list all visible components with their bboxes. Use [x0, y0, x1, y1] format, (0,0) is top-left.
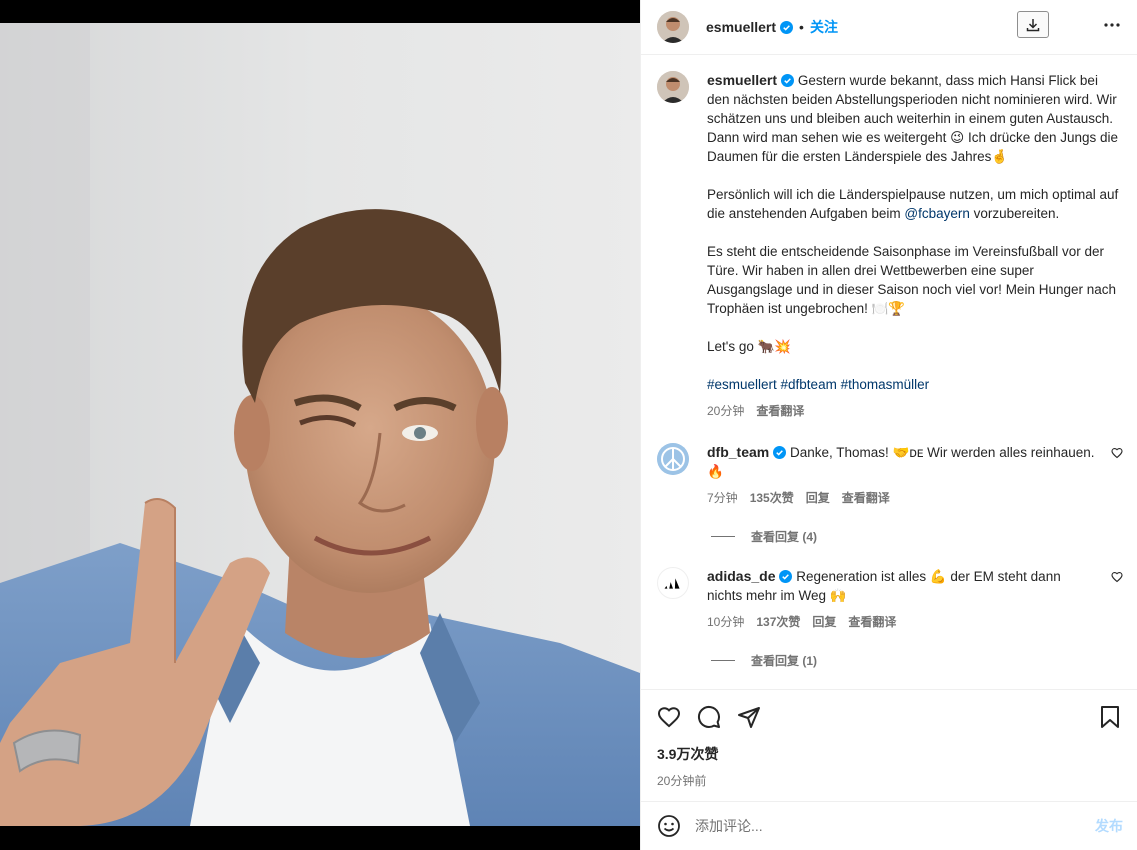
post-comment-button[interactable]: 发布: [1095, 816, 1123, 836]
caption-avatar-image: [657, 71, 689, 103]
comment-text: Regeneration ist alles: [796, 569, 930, 584]
comment-translate[interactable]: 查看翻译: [842, 489, 890, 508]
comment-item: adidas_de Regeneration ist alles 💪 der E…: [657, 567, 1123, 669]
hashtags[interactable]: #esmuellert #dfbteam #thomasmüller: [707, 375, 1121, 394]
download-button[interactable]: [1017, 11, 1049, 38]
comment-input[interactable]: 添加评论...: [695, 816, 1095, 836]
more-options-button[interactable]: [1103, 17, 1121, 36]
header-username[interactable]: esmuellert: [706, 19, 776, 35]
comment-text: Danke, Thomas!: [790, 445, 893, 460]
handshake-emoji: 🤝: [892, 445, 910, 460]
comment-item: dfb_team Danke, Thomas! 🤝ᴅᴇ Wir werden a…: [657, 443, 1123, 545]
peace-avatar-icon: [657, 443, 689, 475]
comments-area[interactable]: esmuellert Gestern wurde bekannt, dass m…: [641, 55, 1137, 689]
mention-link[interactable]: @fcbayern: [904, 206, 969, 221]
post-media[interactable]: [0, 0, 640, 850]
replies-divider: [711, 660, 735, 661]
verified-icon: [781, 74, 795, 87]
view-replies[interactable]: 查看回复 (1): [711, 652, 1121, 669]
author-avatar-image: [657, 11, 689, 43]
verified-icon: [780, 20, 794, 34]
caption-text: Let's go: [707, 339, 758, 354]
share-icon[interactable]: [737, 705, 761, 729]
post-panel: esmuellert • 关注 esmuellert Gestern wurde…: [640, 0, 1137, 850]
comment-translate[interactable]: 查看翻译: [848, 613, 896, 632]
caption-text: vorzubereiten.: [969, 206, 1060, 221]
reply-button[interactable]: 回复: [806, 489, 830, 508]
comment-avatar[interactable]: [657, 567, 689, 599]
adidas-logo-icon: [664, 578, 680, 589]
comment-avatar[interactable]: [657, 443, 689, 475]
reply-button[interactable]: 回复: [812, 613, 836, 632]
add-comment-bar: 添加评论... 发布: [641, 801, 1137, 850]
view-replies-label[interactable]: 查看回复 (4): [751, 528, 817, 545]
comment-username[interactable]: adidas_de: [707, 568, 775, 584]
caption-username[interactable]: esmuellert: [707, 72, 777, 88]
caption: esmuellert Gestern wurde bekannt, dass m…: [657, 71, 1121, 421]
trophy-emoji: 🍽️🏆: [871, 301, 906, 316]
follow-button[interactable]: 关注: [810, 17, 838, 37]
more-icon: [1104, 23, 1120, 27]
replies-divider: [711, 536, 735, 537]
comment-time[interactable]: 7分钟: [707, 489, 738, 508]
view-replies-label[interactable]: 查看回复 (1): [751, 652, 817, 669]
view-replies[interactable]: 查看回复 (4): [711, 528, 1121, 545]
selfie-illustration: [0, 23, 640, 826]
verified-icon: [773, 446, 787, 459]
caption-translate[interactable]: 查看翻译: [756, 402, 804, 421]
comment-like-icon[interactable]: [1111, 571, 1123, 583]
bull-emoji: 🐂💥: [757, 339, 792, 354]
comment-username[interactable]: dfb_team: [707, 444, 769, 460]
emoji-icon[interactable]: [657, 814, 681, 838]
crossed-fingers-emoji: 🤞: [991, 149, 1009, 164]
raised-hands-emoji: 🙌: [829, 588, 847, 603]
fire-emoji: 🔥: [707, 464, 724, 479]
comment-likes[interactable]: 137次赞: [756, 613, 800, 632]
muscle-emoji: 💪: [929, 569, 947, 584]
comment-time[interactable]: 10分钟: [707, 613, 744, 632]
heart-icon[interactable]: [657, 705, 681, 729]
post-actions: 3.9万次赞 20分钟前: [641, 689, 1137, 801]
download-icon: [1026, 18, 1040, 31]
separator-dot: •: [799, 19, 804, 35]
comment-text: ᴅᴇ Wir werden alles reinhauen.: [909, 445, 1095, 460]
post-header: esmuellert • 关注: [641, 0, 1137, 55]
wink-emoji: 😉: [950, 130, 965, 145]
comment-like-icon[interactable]: [1111, 447, 1123, 459]
comment-likes[interactable]: 135次赞: [750, 489, 794, 508]
likes-count[interactable]: 3.9万次赞: [657, 744, 1121, 764]
caption-avatar[interactable]: [657, 71, 689, 103]
bookmark-icon[interactable]: [1099, 705, 1121, 729]
post-photo[interactable]: [0, 23, 640, 826]
comment-icon[interactable]: [697, 705, 721, 729]
caption-text: Es steht die entscheidende Saisonphase i…: [707, 244, 1117, 316]
author-avatar[interactable]: [657, 11, 689, 43]
post-time[interactable]: 20分钟前: [657, 772, 1121, 789]
caption-time[interactable]: 20分钟: [707, 402, 744, 421]
verified-icon: [779, 570, 793, 583]
